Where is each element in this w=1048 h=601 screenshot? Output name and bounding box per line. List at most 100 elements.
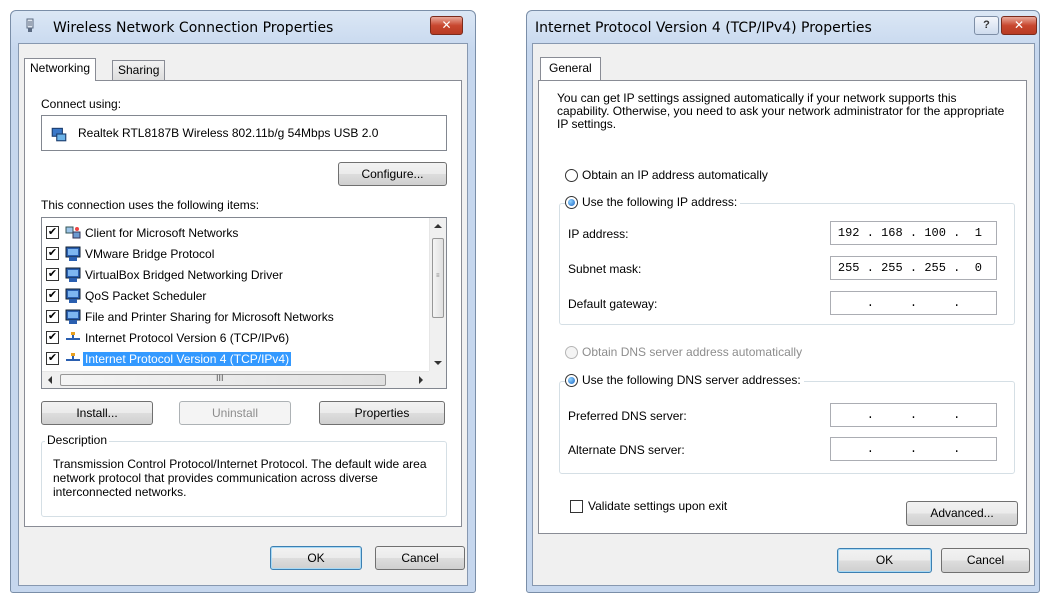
use-following-ip-label: Use the following IP address: [582,195,738,209]
ip-separator: . [866,261,874,275]
radio-button[interactable] [565,195,578,209]
default-gateway-label: Default gateway: [568,297,658,311]
ok-button-label: OK [875,553,894,567]
cancel-button[interactable]: Cancel [375,546,465,570]
ok-button[interactable]: OK [270,546,362,570]
validate-checkbox[interactable] [570,499,583,513]
description-title: Description [45,433,110,447]
scroll-thumb[interactable]: ≡ [432,238,444,318]
cancel-button-label: Cancel [966,553,1005,567]
ip-protocol-icon [66,352,80,361]
checkbox[interactable]: ✔ [46,226,59,239]
validate-checkbox-row[interactable]: Validate settings upon exit [570,499,731,513]
list-item[interactable]: ✔ File and Printer Sharing for Microsoft… [46,306,336,327]
protocol-icon [65,267,81,282]
advanced-button[interactable]: Advanced... [906,501,1018,526]
ip-separator: . [953,296,961,310]
tab-general[interactable]: General [540,57,601,80]
use-following-dns-radio[interactable]: Use the following DNS server addresses: [565,373,804,387]
ip-octet: 192 [837,226,860,240]
ip-separator: . [953,226,961,240]
scroll-thumb-horizontal[interactable]: III [60,373,386,386]
install-button[interactable]: Install... [41,401,153,425]
tab-sharing[interactable]: Sharing [112,60,166,81]
close-button[interactable]: ✕ [430,16,463,35]
ip-octet: 100 [924,226,946,240]
preferred-dns-label: Preferred DNS server: [568,409,687,423]
tab-networking[interactable]: Networking [24,58,97,81]
ipv4-properties-window: Internet Protocol Version 4 (TCP/IPv4) P… [526,10,1040,593]
use-following-dns-label: Use the following DNS server addresses: [582,373,801,387]
obtain-ip-auto-radio[interactable]: Obtain an IP address automatically [565,168,771,182]
checkbox[interactable]: ✔ [46,310,59,323]
scroll-down-icon[interactable] [430,355,446,371]
ok-button[interactable]: OK [837,548,932,573]
items-list[interactable]: ✔ Client for Microsoft Networks ✔ VMware… [41,217,447,389]
ip-address-field[interactable]: 192. 168. 100. 1 [830,221,997,245]
ip-octet: 255 [837,261,860,275]
help-button[interactable]: ? [974,16,999,35]
horizontal-scrollbar[interactable]: III [42,371,429,388]
list-item[interactable]: ✔ QoS Packet Scheduler [46,285,208,306]
network-client-icon [65,226,81,238]
checkbox[interactable]: ✔ [46,331,59,344]
description-text: Transmission Control Protocol/Internet P… [53,457,427,499]
scroll-corner [429,371,446,388]
ip-separator: . [866,408,874,422]
radio-button[interactable] [565,168,578,182]
radio-button[interactable] [565,373,578,387]
ip-octet: 255 [881,261,903,275]
preferred-dns-field[interactable]: . . . [830,403,997,427]
properties-button[interactable]: Properties [319,401,445,425]
scroll-up-icon[interactable] [430,218,446,234]
list-item-selected[interactable]: ✔ Internet Protocol Version 4 (TCP/IPv4) [46,348,292,369]
item-label: QoS Packet Scheduler [85,288,207,303]
checkbox[interactable]: ✔ [46,268,59,281]
default-gateway-field[interactable]: . . . [830,291,997,315]
cancel-button[interactable]: Cancel [941,548,1030,573]
checkbox[interactable]: ✔ [46,352,59,365]
networking-panel: Connect using: Realtek RTL8187B Wireless… [24,80,462,527]
checkbox[interactable]: ✔ [46,247,59,260]
close-icon: ✕ [441,18,452,32]
scroll-grip: III [216,373,224,383]
list-item[interactable]: ✔ Internet Protocol Version 6 (TCP/IPv6) [46,327,291,348]
ip-octet: 168 [881,226,903,240]
tab-general-label: General [549,61,592,75]
general-panel: You can get IP settings assigned automat… [538,80,1027,534]
obtain-dns-auto-radio[interactable]: Obtain DNS server address automatically [565,345,806,359]
radio-button[interactable] [565,345,578,359]
scroll-grip: ≡ [436,273,440,279]
title-bar[interactable]: Wireless Network Connection Properties ✕ [11,11,475,43]
ip-separator: . [909,296,918,310]
vertical-scrollbar[interactable]: ≡ [429,218,446,371]
ip-separator: . [953,408,961,422]
connect-using-label: Connect using: [41,97,122,111]
list-item[interactable]: ✔ Client for Microsoft Networks [46,222,240,243]
configure-button[interactable]: Configure... [338,162,447,186]
install-button-label: Install... [76,406,118,420]
ip-address-label: IP address: [568,227,629,241]
use-following-ip-radio[interactable]: Use the following IP address: [565,195,741,209]
list-item[interactable]: ✔ VMware Bridge Protocol [46,243,216,264]
scroll-right-icon[interactable] [413,372,429,388]
ok-button-label: OK [307,551,325,565]
item-label: VirtualBox Bridged Networking Driver [85,267,283,282]
protocol-icon [65,288,81,303]
alternate-dns-field[interactable]: . . . [830,437,997,461]
list-item[interactable]: ✔ VirtualBox Bridged Networking Driver [46,264,285,285]
tab-networking-label: Networking [30,61,91,75]
network-adapter-icon [26,18,34,32]
items-label: This connection uses the following items… [41,198,260,212]
subnet-mask-field[interactable]: 255. 255. 255. 0 [830,256,997,280]
scroll-left-icon[interactable] [42,372,58,388]
uninstall-button[interactable]: Uninstall [179,401,291,425]
dialog-client-area: Networking Sharing Connect using: Realte… [18,43,468,586]
adapter-name: Realtek RTL8187B Wireless 802.11b/g 54Mb… [78,126,379,140]
checkbox[interactable]: ✔ [46,289,59,302]
item-label: Internet Protocol Version 4 (TCP/IPv4) [83,351,292,366]
title-bar[interactable]: Internet Protocol Version 4 (TCP/IPv4) P… [527,11,1039,43]
ip-octet: 0 [974,261,982,275]
close-button[interactable]: ✕ [1001,16,1037,35]
ip-octet: 1 [974,226,982,240]
